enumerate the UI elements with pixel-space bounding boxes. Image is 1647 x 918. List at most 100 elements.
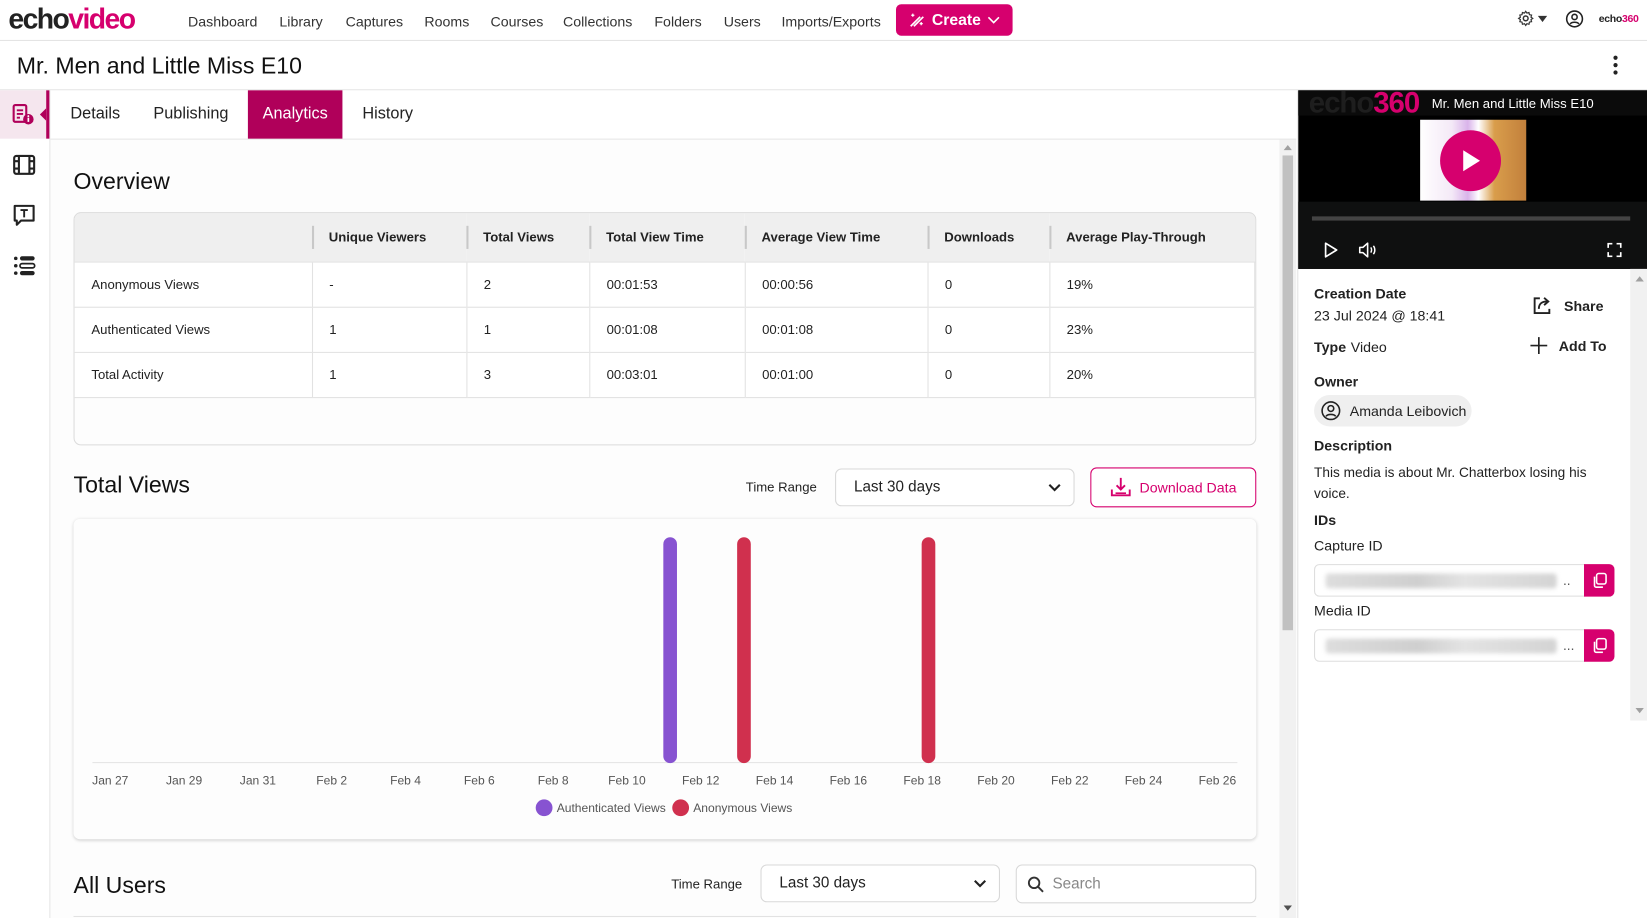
time-range-select[interactable]: Last 30 days bbox=[835, 468, 1075, 507]
x-tick-label: Feb 20 bbox=[977, 774, 1015, 788]
legend-label[interactable]: Authenticated Views bbox=[557, 801, 666, 815]
owner-chip[interactable]: Amanda Leibovich bbox=[1314, 394, 1472, 427]
chevron-down-icon bbox=[1048, 484, 1061, 492]
active-pointer-icon bbox=[39, 108, 47, 121]
tab-details[interactable]: Details bbox=[56, 90, 135, 138]
seek-bar[interactable] bbox=[1311, 216, 1631, 221]
left-rail bbox=[0, 90, 51, 918]
table-cell: 1 bbox=[311, 306, 467, 353]
top-navbar: echovideo Dashboard Library Captures Roo… bbox=[0, 0, 1647, 41]
media-id-value-redacted bbox=[1325, 638, 1557, 653]
copy-media-id-button[interactable] bbox=[1584, 629, 1615, 662]
table-cell: Anonymous Views bbox=[74, 261, 312, 308]
scroll-up-arrow-icon[interactable] bbox=[1283, 144, 1292, 151]
volume-button[interactable] bbox=[1351, 233, 1385, 267]
capture-id-field[interactable]: .. bbox=[1314, 564, 1586, 597]
player-title: Mr. Men and Little Miss E10 bbox=[1431, 96, 1594, 112]
caption-bubble-icon bbox=[13, 204, 35, 226]
tab-history[interactable]: History bbox=[348, 90, 428, 138]
overview-table-card: Unique Viewers Total Views Total View Ti… bbox=[73, 212, 1257, 446]
nav-imports-exports[interactable]: Imports/Exports bbox=[781, 14, 880, 30]
scroll-up-arrow-icon[interactable] bbox=[1635, 275, 1644, 282]
table-cell: 00:00:56 bbox=[744, 261, 928, 308]
video-player[interactable]: echo360 Mr. Men and Little Miss E10 bbox=[1298, 86, 1647, 269]
owner-label: Owner bbox=[1314, 373, 1359, 390]
owner-name: Amanda Leibovich bbox=[1349, 402, 1467, 419]
user-circle-icon bbox=[1565, 10, 1584, 28]
x-tick-label: Feb 16 bbox=[830, 774, 868, 788]
x-tick-label: Jan 31 bbox=[240, 774, 277, 788]
echovideo-logo[interactable]: echovideo bbox=[8, 3, 136, 36]
rail-captions[interactable] bbox=[0, 191, 48, 239]
add-to-button[interactable]: Add To bbox=[1529, 336, 1607, 355]
column-header[interactable]: Average View Time bbox=[744, 213, 928, 263]
ids-label: IDs bbox=[1314, 512, 1337, 529]
nav-dashboard[interactable]: Dashboard bbox=[188, 14, 257, 30]
download-data-label: Download Data bbox=[1139, 479, 1237, 496]
search-placeholder: Search bbox=[1052, 875, 1101, 893]
legend-label[interactable]: Anonymous Views bbox=[693, 801, 792, 815]
tab-analytics[interactable]: Analytics bbox=[247, 90, 343, 139]
download-icon bbox=[1110, 477, 1131, 497]
nav-users[interactable]: Users bbox=[724, 14, 761, 30]
main-scrollbar[interactable] bbox=[1279, 139, 1297, 918]
overview-heading: Overview bbox=[73, 168, 170, 195]
scroll-down-arrow-icon[interactable] bbox=[1283, 905, 1292, 911]
column-header[interactable]: Total Views bbox=[466, 213, 590, 263]
table-cell: 2 bbox=[465, 261, 590, 308]
play-icon bbox=[1463, 150, 1481, 172]
analytics-content: Overview Unique Viewers Total Views Tota… bbox=[50, 139, 1280, 918]
media-id-label: Media ID bbox=[1314, 602, 1371, 619]
fullscreen-button[interactable] bbox=[1598, 233, 1632, 267]
copy-capture-id-button[interactable] bbox=[1584, 564, 1615, 597]
column-header[interactable]: Average Play-Through bbox=[1049, 213, 1255, 263]
x-tick-label: Jan 29 bbox=[166, 774, 203, 788]
x-tick-label: Feb 24 bbox=[1125, 774, 1163, 788]
share-label: Share bbox=[1564, 297, 1604, 314]
add-to-label: Add To bbox=[1558, 337, 1607, 354]
panel-scrollbar[interactable] bbox=[1630, 268, 1647, 721]
column-header[interactable]: Downloads bbox=[927, 213, 1050, 263]
settings-menu[interactable] bbox=[1517, 9, 1548, 27]
nav-rooms[interactable]: Rooms bbox=[424, 14, 469, 30]
download-data-button[interactable]: Download Data bbox=[1090, 467, 1257, 508]
scroll-down-arrow-icon[interactable] bbox=[1635, 707, 1644, 714]
rail-details[interactable] bbox=[0, 90, 50, 139]
create-button[interactable]: Create bbox=[895, 4, 1013, 36]
table-cell: 0 bbox=[926, 351, 1050, 399]
scrollbar-thumb[interactable] bbox=[1282, 155, 1294, 631]
media-id-field[interactable]: ... bbox=[1314, 629, 1586, 662]
rail-media[interactable] bbox=[0, 141, 48, 189]
volume-icon bbox=[1358, 242, 1376, 258]
document-info-icon bbox=[12, 103, 34, 125]
column-header[interactable]: Total View Time bbox=[589, 213, 745, 263]
nav-folders[interactable]: Folders bbox=[654, 14, 701, 30]
nav-courses[interactable]: Courses bbox=[491, 14, 544, 30]
legend-swatch[interactable] bbox=[535, 799, 553, 817]
x-tick-label: Feb 6 bbox=[464, 774, 495, 788]
play-overlay-button[interactable] bbox=[1440, 130, 1502, 192]
nav-captures[interactable]: Captures bbox=[346, 14, 404, 30]
play-button[interactable] bbox=[1314, 233, 1348, 267]
share-button[interactable]: Share bbox=[1533, 296, 1604, 315]
legend-swatch[interactable] bbox=[672, 799, 690, 817]
table-row: Authenticated Views 1 1 00:01:08 00:01:0… bbox=[74, 306, 1256, 353]
rail-chapters[interactable] bbox=[0, 242, 48, 290]
share-icon bbox=[1533, 297, 1551, 314]
table-cell: 00:01:53 bbox=[588, 261, 745, 308]
users-search-input[interactable]: Search bbox=[1015, 864, 1257, 904]
nav-library[interactable]: Library bbox=[279, 14, 322, 30]
more-options-button[interactable] bbox=[1607, 54, 1624, 77]
x-tick-label: Feb 18 bbox=[903, 774, 941, 788]
user-account-button[interactable] bbox=[1565, 9, 1584, 33]
tab-publishing[interactable]: Publishing bbox=[139, 90, 244, 138]
all-users-heading: All Users bbox=[73, 871, 166, 899]
time-range-label: Time Range bbox=[745, 480, 817, 495]
all-users-time-range-select[interactable]: Last 30 days bbox=[760, 864, 1000, 903]
column-header[interactable]: Unique Viewers bbox=[311, 213, 467, 263]
x-tick-label: Feb 12 bbox=[682, 774, 720, 788]
nav-collections[interactable]: Collections bbox=[563, 14, 632, 30]
overview-table: Unique Viewers Total Views Total View Ti… bbox=[74, 213, 1256, 399]
all-users-time-range-label: Time Range bbox=[671, 877, 743, 892]
x-tick-label: Feb 2 bbox=[316, 774, 347, 788]
